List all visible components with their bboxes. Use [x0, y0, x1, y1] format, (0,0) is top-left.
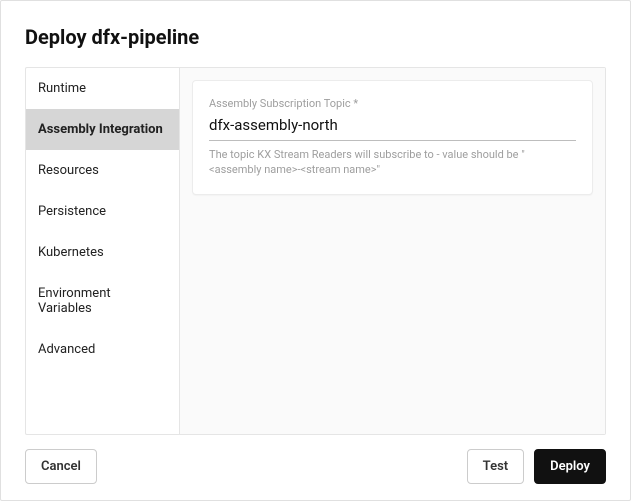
- dialog-content: Runtime Assembly Integration Resources P…: [25, 67, 606, 435]
- sidebar-item-label: Runtime: [38, 81, 86, 96]
- sidebar-item-label: Environment Variables: [38, 286, 111, 316]
- sidebar-item-advanced[interactable]: Advanced: [26, 329, 179, 370]
- subscription-topic-card: Assembly Subscription Topic * The topic …: [192, 80, 593, 195]
- sidebar-item-runtime[interactable]: Runtime: [26, 68, 179, 109]
- footer-right-actions: Test Deploy: [467, 449, 606, 484]
- deploy-button[interactable]: Deploy: [534, 449, 606, 484]
- sidebar-item-label: Persistence: [38, 204, 106, 219]
- test-button[interactable]: Test: [467, 449, 524, 484]
- subscription-topic-help: The topic KX Stream Readers will subscri…: [209, 147, 576, 178]
- sidebar-item-environment-variables[interactable]: Environment Variables: [26, 273, 179, 329]
- sidebar-item-kubernetes[interactable]: Kubernetes: [26, 232, 179, 273]
- sidebar-item-label: Advanced: [38, 342, 95, 357]
- cancel-button[interactable]: Cancel: [25, 449, 97, 484]
- sidebar: Runtime Assembly Integration Resources P…: [26, 68, 180, 434]
- sidebar-item-persistence[interactable]: Persistence: [26, 191, 179, 232]
- sidebar-item-label: Assembly Integration: [38, 122, 163, 137]
- subscription-topic-input[interactable]: [209, 112, 576, 141]
- dialog-footer: Cancel Test Deploy: [1, 435, 630, 500]
- sidebar-item-assembly-integration[interactable]: Assembly Integration: [26, 109, 179, 150]
- dialog-title: Deploy dfx-pipeline: [25, 25, 606, 49]
- sidebar-item-label: Kubernetes: [38, 245, 104, 260]
- main-panel: Assembly Subscription Topic * The topic …: [180, 68, 605, 434]
- dialog-header: Deploy dfx-pipeline: [1, 1, 630, 67]
- sidebar-item-resources[interactable]: Resources: [26, 150, 179, 191]
- sidebar-item-label: Resources: [38, 163, 99, 178]
- subscription-topic-label: Assembly Subscription Topic *: [209, 97, 576, 110]
